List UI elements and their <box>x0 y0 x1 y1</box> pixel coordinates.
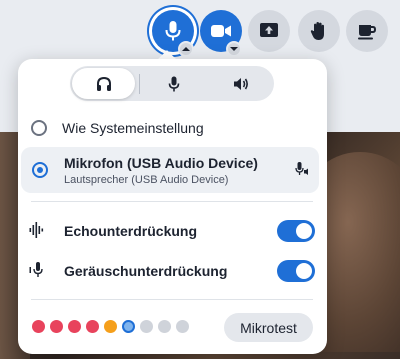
level-dot <box>32 320 45 333</box>
mic-test-button[interactable]: Mikrotest <box>224 313 313 342</box>
microphone-icon <box>168 76 179 91</box>
echo-cancellation-toggle[interactable] <box>277 220 315 242</box>
echo-cancellation-row: Echounterdrückung <box>29 219 315 243</box>
level-dot <box>86 320 99 333</box>
level-dot <box>122 320 135 333</box>
waveform-icon <box>29 221 45 244</box>
radio-system-default[interactable] <box>31 120 47 136</box>
hand-icon <box>310 22 324 40</box>
option-system-default[interactable]: Wie Systemeinstellung <box>31 117 311 139</box>
mic-speaker-icon <box>295 161 311 182</box>
chevron-down-icon <box>230 47 238 51</box>
share-screen-button[interactable] <box>248 10 290 52</box>
noise-suppression-icon <box>29 261 45 284</box>
noise-suppression-toggle[interactable] <box>277 260 315 282</box>
speaker-icon <box>233 77 248 90</box>
device-title: Mikrofon (USB Audio Device) <box>64 155 258 171</box>
level-dot <box>68 320 81 333</box>
share-screen-icon <box>260 23 278 37</box>
break-button[interactable] <box>346 10 388 52</box>
level-dot <box>50 320 63 333</box>
audio-level-meter <box>32 320 189 334</box>
level-dot <box>104 320 117 333</box>
call-toolbar <box>0 10 400 57</box>
headset-icon <box>96 76 111 91</box>
camera-options-caret[interactable] <box>226 41 242 57</box>
microphone-icon <box>165 21 181 41</box>
tab-speaker[interactable] <box>207 66 274 101</box>
tab-headset[interactable] <box>72 68 136 99</box>
radio-usb-audio-device[interactable] <box>32 162 48 178</box>
device-subtitle: Lautsprecher (USB Audio Device) <box>64 174 229 186</box>
video-camera-icon <box>211 25 231 37</box>
raise-hand-button[interactable] <box>298 10 340 52</box>
audio-settings-popover: Wie Systemeinstellung Mikrofon (USB Audi… <box>18 59 327 354</box>
coffee-cup-icon <box>358 25 377 40</box>
option-system-default-label: Wie Systemeinstellung <box>62 120 204 136</box>
tab-microphone[interactable] <box>140 66 207 101</box>
noise-suppression-row: Geräuschunterdrückung <box>29 259 315 283</box>
level-dot <box>176 320 189 333</box>
audio-mode-tabs <box>70 66 274 101</box>
noise-suppression-label: Geräuschunterdrückung <box>64 263 228 279</box>
chevron-up-icon <box>182 47 190 51</box>
separator <box>31 201 313 202</box>
level-dot <box>158 320 171 333</box>
separator <box>31 299 313 300</box>
option-usb-audio-device[interactable]: Mikrofon (USB Audio Device) Lautsprecher… <box>21 147 319 193</box>
microphone-options-caret[interactable] <box>178 41 194 57</box>
echo-cancellation-label: Echounterdrückung <box>64 223 198 239</box>
level-dot <box>140 320 153 333</box>
